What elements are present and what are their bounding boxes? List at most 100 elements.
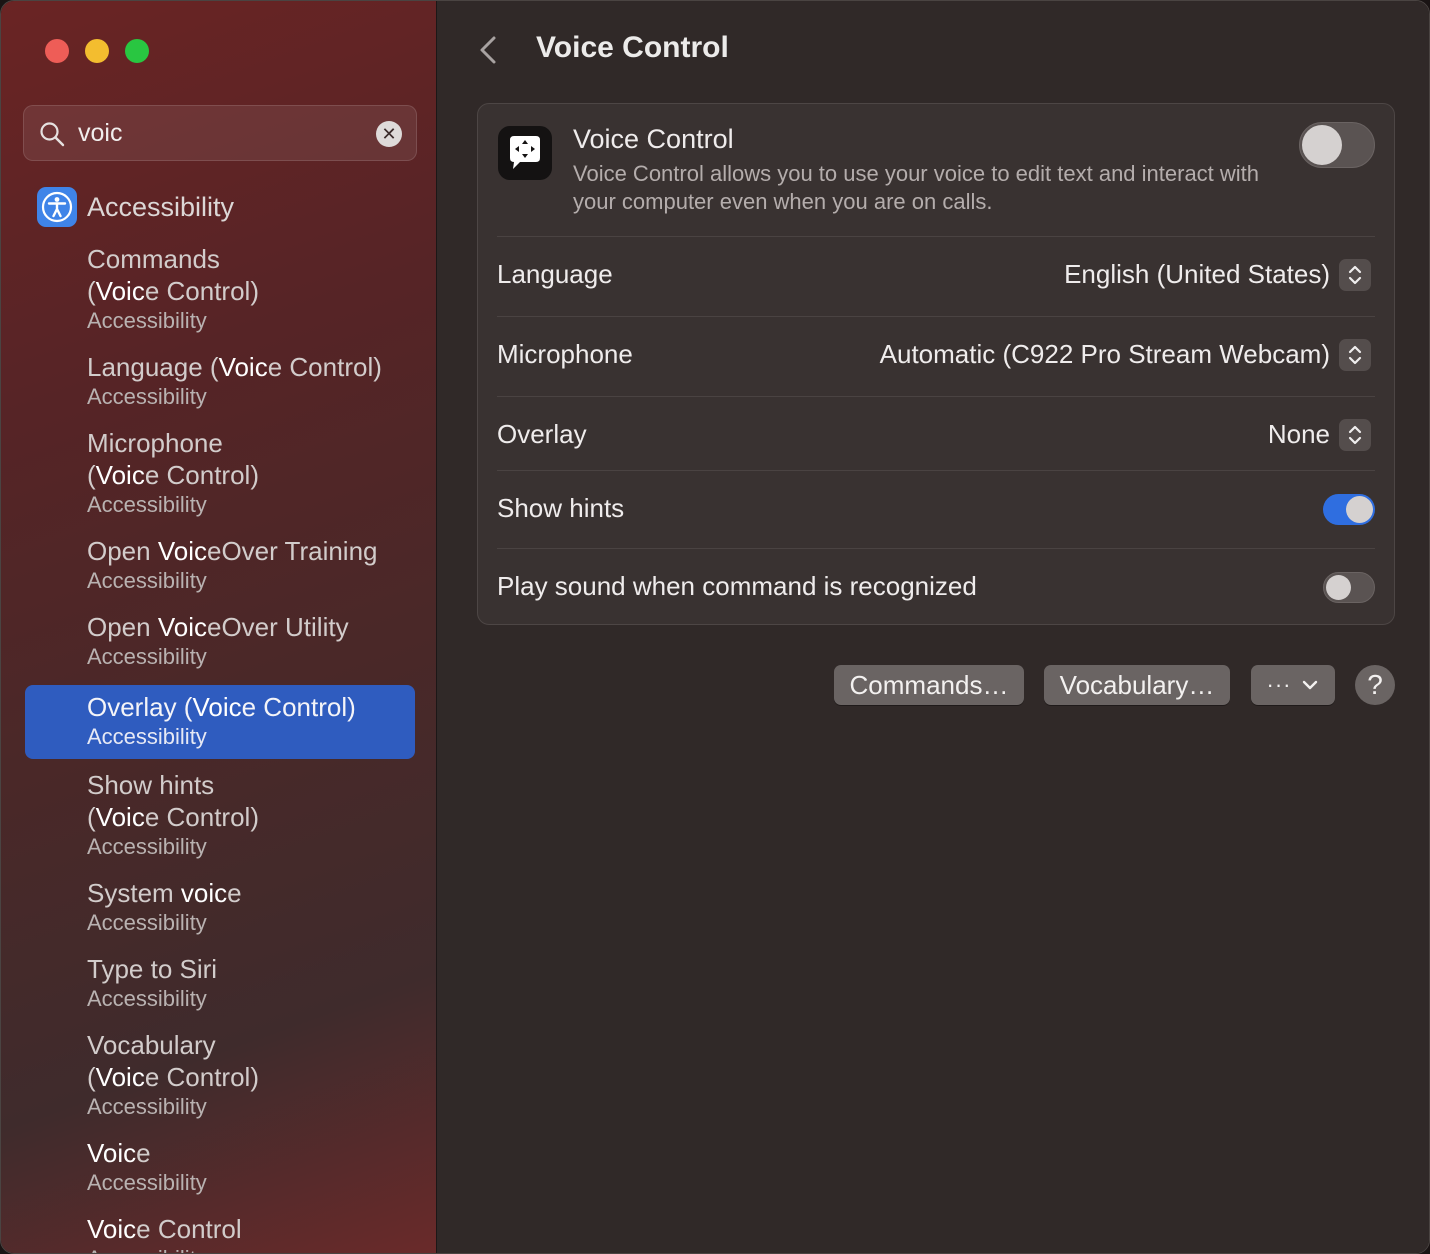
result-match-highlight: Voic [192,692,242,722]
search-result-category: Accessibility [87,492,207,517]
result-match-highlight: Voic [87,1138,137,1168]
search-result-title: Open VoiceOver Training [87,535,415,567]
result-title-text: e Control) [241,692,356,722]
search-result-item[interactable]: Language (Voice Control) Accessibility [25,349,415,417]
search-result-category: Accessibility [87,568,207,593]
search-result-title: Open VoiceOver Utility [87,611,415,643]
microphone-value[interactable]: Automatic (C922 Pro Stream Webcam) [880,339,1330,370]
microphone-label: Microphone [497,339,633,369]
search-result-item[interactable]: Voice ControlAccessibility [25,1211,415,1253]
search-result-item[interactable]: Show hints (Voice Control) Accessibility [25,767,415,867]
toggle-knob [1302,125,1342,165]
result-title-text: Overlay ( [87,692,193,722]
search-result-title: Type to Siri [87,953,415,985]
overlay-value[interactable]: None [1268,419,1330,450]
search-result-item[interactable]: Open VoiceOver Training Accessibility [25,533,415,601]
divider [497,316,1375,317]
result-title-text: e [136,1138,151,1168]
result-match-highlight: Voic [95,802,145,832]
search-result-category: Accessibility [87,1094,207,1119]
search-result-title: System voice [87,877,415,909]
result-title-text: e Control [136,1214,242,1244]
search-result-title: Voice [87,1137,415,1169]
voice-control-title: Voice Control [573,124,734,154]
close-window-button[interactable] [45,39,69,63]
chevron-left-icon[interactable] [477,33,499,67]
vocabulary-button[interactable]: Vocabulary… [1044,665,1230,705]
search-result-item[interactable]: Commands (Voice Control) Accessibility [25,241,415,341]
result-title-text: Open [87,612,158,642]
search-result-title: Show hints (Voice Control) [87,769,415,833]
divider [497,236,1375,237]
search-result-category: Accessibility [87,1170,207,1195]
divider [497,396,1375,397]
search-result-title: Commands (Voice Control) [87,243,415,307]
zoom-window-button[interactable] [125,39,149,63]
language-label: Language [497,259,613,289]
search-result-category: Accessibility [87,986,207,1011]
minimize-window-button[interactable] [85,39,109,63]
window-controls [45,39,149,63]
result-title-text: e Control) [267,352,382,382]
magnifying-glass-icon [40,122,65,147]
result-title-text: Open [87,536,158,566]
search-result-category: Accessibility [87,724,207,749]
search-result-title: Voice Control [87,1213,415,1245]
voice-control-settings-card: Voice Control Voice Control allows you t… [477,103,1395,625]
result-title-text: e Control) [144,802,259,832]
search-result-item[interactable]: Open VoiceOver Utility Accessibility [25,609,415,677]
show-hints-toggle[interactable] [1323,494,1375,525]
play-sound-toggle[interactable] [1323,572,1375,603]
more-options-button[interactable]: ··· [1251,665,1335,705]
help-button[interactable]: ? [1355,665,1395,705]
search-result-category: Accessibility [87,1245,415,1253]
result-title-text: System [87,878,181,908]
search-result-item[interactable]: Type to Siri Accessibility [25,951,415,1019]
result-match-highlight: Voic [218,352,268,382]
accessibility-icon [37,187,77,227]
divider [497,548,1375,549]
settings-window: voic ✕ Accessibility Commands (Voice Con… [0,0,1430,1254]
search-result-title: Vocabulary (Voice Control) [87,1029,415,1093]
search-result-item[interactable]: Microphone (Voice Control) Accessibility [25,425,415,525]
toggle-knob [1346,496,1373,523]
sidebar-group-title: Accessibility [87,191,235,222]
result-title-text: e Control) [144,1062,259,1092]
search-input[interactable]: voic [78,119,122,148]
result-title-text: eOver Training [206,536,378,566]
result-match-highlight: Voic [95,276,145,306]
sidebar: voic ✕ Accessibility Commands (Voice Con… [1,1,437,1253]
search-field[interactable]: voic ✕ [23,105,417,161]
sidebar-group-accessibility[interactable]: Accessibility [37,187,234,227]
result-title-text: e [227,878,242,908]
search-result-item[interactable]: Overlay (Voice Control) Accessibility [25,685,415,759]
search-result-title: Language (Voice Control) [87,351,415,383]
result-title-text: e Control) [144,276,259,306]
search-result-category: Accessibility [87,384,207,409]
search-result-category: Accessibility [87,834,207,859]
result-match-highlight: Voic [95,460,145,490]
search-result-category: Accessibility [87,308,207,333]
overlay-label: Overlay [497,419,587,449]
search-result-item[interactable]: Vocabulary (Voice Control) Accessibility [25,1027,415,1127]
result-match-highlight: Voic [87,1214,137,1244]
overlay-stepper-icon[interactable] [1339,419,1371,451]
result-match-highlight: Voic [157,536,207,566]
search-result-item[interactable]: System voice Accessibility [25,875,415,943]
search-result-item[interactable]: Voice Accessibility [25,1135,415,1203]
page-title: Voice Control [536,31,729,64]
search-result-title: Microphone (Voice Control) [87,427,415,491]
voice-control-toggle[interactable] [1299,122,1375,168]
clear-x-icon[interactable]: ✕ [376,121,402,147]
commands-button[interactable]: Commands… [834,665,1024,705]
ellipsis-icon: ··· [1266,672,1292,697]
play-sound-label: Play sound when command is recognized [497,571,977,601]
language-stepper-icon[interactable] [1339,259,1371,291]
toggle-knob [1326,575,1351,600]
language-value[interactable]: English (United States) [1064,259,1330,290]
result-match-highlight: Voic [157,612,207,642]
search-result-title: Overlay (Voice Control) [87,691,415,723]
result-title-text: Type to Siri [87,954,218,984]
microphone-stepper-icon[interactable] [1339,339,1371,371]
result-title-text: Language ( [87,352,219,382]
